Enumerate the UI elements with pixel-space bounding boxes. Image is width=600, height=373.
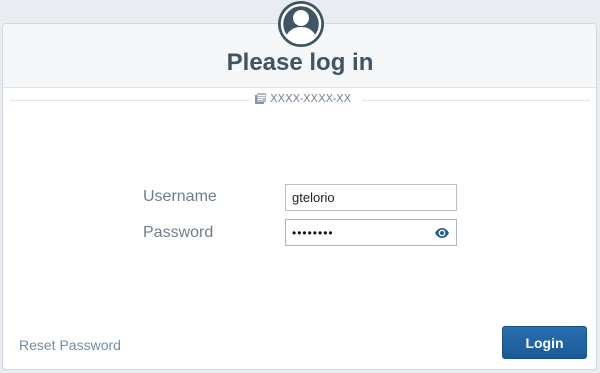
serial-info: XXXX-XXXX-XX (254, 92, 351, 105)
page-title: Please log in (226, 49, 374, 76)
serial-number: XXXX-XXXX-XX (270, 92, 352, 105)
login-button[interactable]: Login (502, 326, 587, 359)
reset-password-link[interactable]: Reset Password (19, 337, 121, 353)
divider-left (10, 100, 250, 101)
divider-right (362, 100, 590, 101)
password-label: Password (143, 224, 214, 241)
username-input[interactable]: gtelorio (285, 184, 457, 211)
username-label: Username (143, 188, 217, 205)
serial-row: XXXX-XXXX-XX (0, 92, 600, 108)
eye-icon[interactable] (434, 227, 450, 239)
password-value: •••••••• (292, 225, 334, 240)
user-circle-icon (278, 1, 324, 47)
username-value: gtelorio (292, 190, 335, 205)
device-icon (255, 93, 266, 104)
password-input[interactable]: •••••••• (285, 219, 457, 246)
